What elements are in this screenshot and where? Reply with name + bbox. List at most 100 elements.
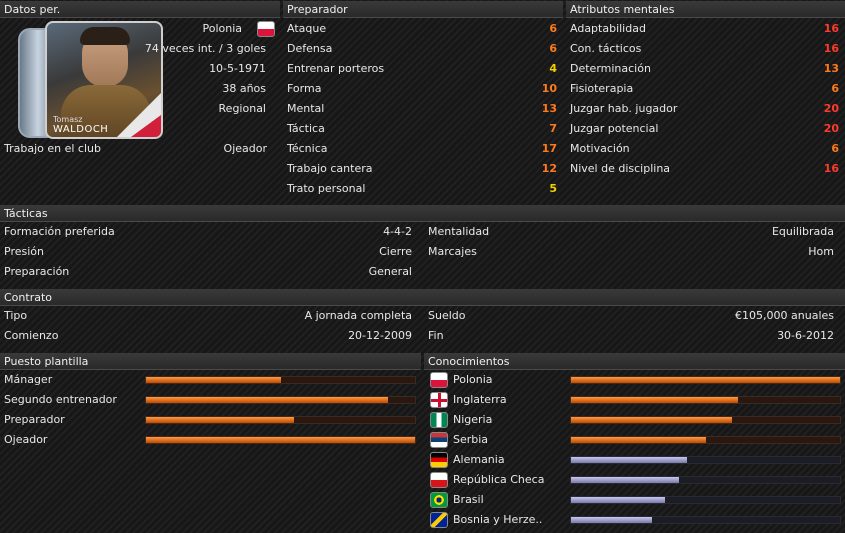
knowledge-bar-fill [571, 437, 706, 443]
coaching-attr-value: 4 [549, 62, 557, 75]
knowledge-label: Polonia [453, 373, 493, 386]
mental-attr-label: Con. tácticos [570, 42, 642, 55]
pressing-label: Presión [4, 245, 44, 258]
serbia-flag-icon [430, 432, 448, 448]
mental-attr-value: 20 [823, 122, 839, 135]
knowledge-bar-track [570, 456, 841, 464]
reputation-label: Regional [218, 102, 266, 115]
marking-label: Marcajes [428, 245, 477, 258]
coaching-attr-row: Trato personal 5 [283, 179, 561, 199]
preparation-value: General [368, 265, 412, 278]
marking-value: Hom [808, 245, 834, 258]
role-bar-fill [146, 417, 294, 423]
role-label: Preparador [4, 413, 65, 426]
coach-photo: Tomasz WALDOCH [45, 21, 163, 139]
mental-attr-row: Determinación 13 [566, 59, 843, 79]
knowledge-header: Conocimientos [424, 353, 845, 370]
role-row: Mánager [0, 370, 140, 390]
coaching-attr-label: Entrenar porteros [287, 62, 385, 75]
coaching-attr-label: Trato personal [287, 182, 366, 195]
pressing-value: Cierre [379, 245, 412, 258]
wage-label: Sueldo [428, 309, 466, 322]
contract-end-value: 30-6-2012 [777, 329, 834, 342]
coaching-attr-row: Trabajo cantera 12 [283, 159, 561, 179]
coaching-attr-value: 10 [541, 82, 557, 95]
knowledge-row: Brasil [449, 490, 567, 510]
knowledge-label: Brasil [453, 493, 484, 506]
role-row: Segundo entrenador [0, 390, 140, 410]
mentality-row: Mentalidad Equilibrada [424, 222, 838, 242]
knowledge-label: Alemania [453, 453, 505, 466]
knowledge-bar-fill [571, 457, 687, 463]
coaching-attr-label: Forma [287, 82, 322, 95]
wage-row: Sueldo €105,000 anuales [424, 306, 838, 326]
coaching-attr-value: 6 [549, 42, 557, 55]
coaching-attr-row: Entrenar porteros 4 [283, 59, 561, 79]
contract-end-label: Fin [428, 329, 444, 342]
coaching-attr-value: 13 [541, 102, 557, 115]
mentality-value: Equilibrada [771, 225, 834, 238]
germany-flag-icon [430, 452, 448, 468]
caps-label: 74 veces int. / 3 goles [144, 42, 266, 55]
personal-header: Datos per. [0, 1, 280, 18]
job-value: Ojeador [223, 142, 267, 155]
mental-attr-label: Motivación [570, 142, 630, 155]
coaching-attr-label: Ataque [287, 22, 327, 35]
role-label: Segundo entrenador [4, 393, 117, 406]
mental-attr-row: Juzgar potencial 20 [566, 119, 843, 139]
coaching-attr-row: Defensa 6 [283, 39, 561, 59]
job-row: Trabajo en el club Ojeador [0, 139, 271, 159]
role-bar-fill [146, 437, 415, 443]
mental-attr-value: 13 [823, 62, 839, 75]
knowledge-label: Serbia [453, 433, 489, 446]
knowledge-bar-track [570, 436, 841, 444]
knowledge-bar-fill [571, 517, 652, 523]
mental-attr-value: 16 [823, 42, 839, 55]
coaching-attr-value: 6 [549, 22, 557, 35]
mental-attr-label: Adaptabilidad [570, 22, 646, 35]
mental-attr-label: Fisioterapia [570, 82, 634, 95]
contract-start-label: Comienzo [4, 329, 59, 342]
coaching-attr-row: Mental 13 [283, 99, 561, 119]
contract-type-value: A jornada completa [304, 309, 412, 322]
knowledge-bar-track [570, 476, 841, 484]
poland-flag-icon [257, 21, 275, 37]
knowledge-row: Nigeria [449, 410, 567, 430]
role-bar-fill [146, 397, 389, 403]
marking-row: Marcajes Hom [424, 242, 838, 262]
contract-header: Contrato [0, 289, 845, 306]
mental-attr-label: Juzgar hab. jugador [570, 102, 678, 115]
photo-lastname: WALDOCH [53, 124, 109, 135]
brazil-flag-icon [430, 492, 448, 508]
mentality-label: Mentalidad [428, 225, 490, 238]
england-flag-icon [430, 392, 448, 408]
pressing-row: Presión Cierre [0, 242, 416, 262]
knowledge-row: Alemania [449, 450, 567, 470]
knowledge-bar-fill [571, 497, 666, 503]
job-label: Trabajo en el club [4, 142, 101, 155]
mental-attr-value: 16 [823, 162, 839, 175]
mental-header: Atributos mentales [566, 1, 845, 18]
mental-attr-label: Nivel de disciplina [570, 162, 671, 175]
knowledge-bar-track [570, 376, 841, 384]
coaching-attr-label: Defensa [287, 42, 333, 55]
knowledge-bar-fill [571, 477, 679, 483]
coaching-attr-value: 5 [549, 182, 557, 195]
knowledge-label: Bosnia y Herze.. [453, 513, 543, 526]
coaching-attr-value: 12 [541, 162, 557, 175]
formation-value: 4-4-2 [383, 225, 412, 238]
coaching-attr-row: Táctica 7 [283, 119, 561, 139]
knowledge-label: Inglaterra [453, 393, 507, 406]
role-row: Ojeador [0, 430, 140, 450]
nigeria-flag-icon [430, 412, 448, 428]
tactics-header: Tácticas [0, 205, 845, 222]
mental-attr-label: Determinación [570, 62, 651, 75]
knowledge-row: Serbia [449, 430, 567, 450]
preparation-label: Preparación [4, 265, 70, 278]
knowledge-bar-fill [571, 417, 733, 423]
role-bar-track [145, 396, 416, 404]
coaching-attr-row: Forma 10 [283, 79, 561, 99]
role-label: Ojeador [4, 433, 48, 446]
contract-type-label: Tipo [4, 309, 28, 322]
mental-attr-row: Motivación 6 [566, 139, 843, 159]
